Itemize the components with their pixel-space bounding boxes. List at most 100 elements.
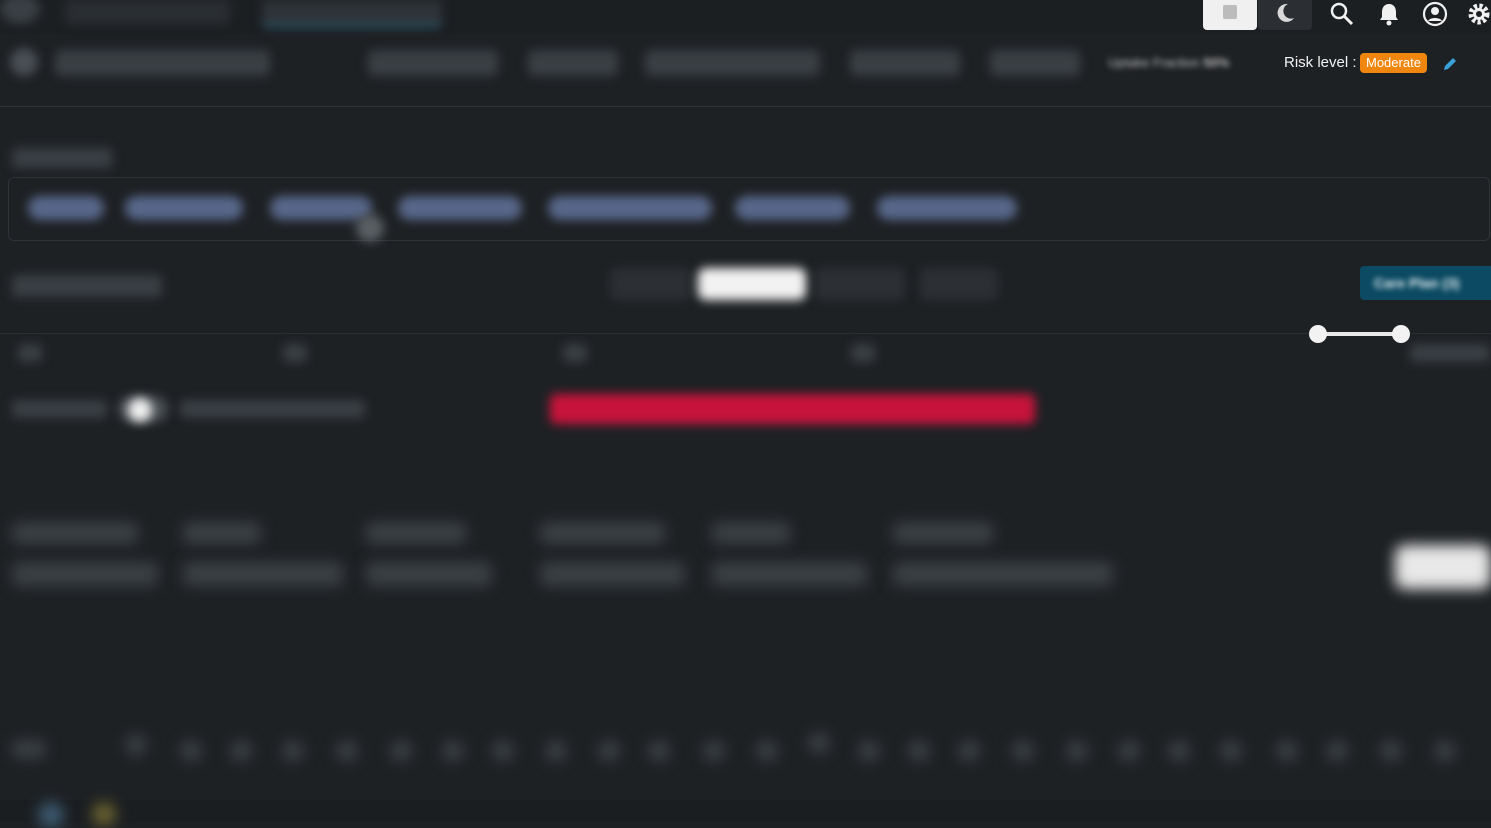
range-slider-handle-start[interactable] xyxy=(1309,325,1327,343)
timeline-dot[interactable] xyxy=(230,740,252,762)
alert-bar[interactable] xyxy=(550,394,1035,424)
row-value xyxy=(893,562,1113,586)
timeline-dot[interactable] xyxy=(648,740,670,762)
chip[interactable] xyxy=(125,196,243,220)
timeline-dot[interactable] xyxy=(1168,740,1190,762)
gear-icon xyxy=(1468,3,1490,25)
header-field-4 xyxy=(850,50,960,76)
settings-button[interactable] xyxy=(1462,0,1491,28)
uptake-fraction: Uptake Fraction 50% xyxy=(1108,55,1229,70)
column-header xyxy=(12,522,138,544)
header-field-3 xyxy=(645,50,820,76)
timeline-dot[interactable] xyxy=(908,740,930,762)
pencil-icon[interactable] xyxy=(1441,55,1459,73)
timeline-dot[interactable] xyxy=(545,740,567,762)
range-slider-handle-end[interactable] xyxy=(1392,325,1410,343)
segment-option[interactable] xyxy=(815,268,905,300)
timeline-dot[interactable] xyxy=(1066,740,1088,762)
segment-option-selected[interactable] xyxy=(698,268,806,300)
chip[interactable] xyxy=(735,196,850,220)
timeline-dot[interactable] xyxy=(282,740,304,762)
risk-level-label: Risk level : xyxy=(1284,54,1357,71)
footer-icon[interactable] xyxy=(92,802,116,826)
timeline-dot[interactable] xyxy=(598,740,620,762)
header-field-2 xyxy=(528,50,618,76)
timeline-dot[interactable] xyxy=(390,740,412,762)
profile-button[interactable] xyxy=(1418,0,1452,28)
row-value xyxy=(712,562,867,586)
timeline-dot[interactable] xyxy=(336,740,358,762)
care-plan-label: Care Plan (3) xyxy=(1374,275,1460,291)
timeline-label xyxy=(12,275,162,297)
timeline-dot[interactable] xyxy=(125,734,147,756)
column-header xyxy=(893,522,993,544)
column-header xyxy=(366,522,466,544)
timeline-dot[interactable] xyxy=(1434,740,1456,762)
row-action-button[interactable] xyxy=(1395,545,1491,589)
chip[interactable] xyxy=(270,196,372,220)
patient-avatar xyxy=(10,48,38,76)
timeline-dot[interactable] xyxy=(703,740,725,762)
uptake-fraction-label: Uptake Fraction xyxy=(1108,55,1200,70)
tab-active[interactable] xyxy=(262,0,442,27)
risk-level-badge[interactable]: Moderate xyxy=(1360,53,1427,73)
timeline-dot[interactable] xyxy=(442,740,464,762)
timeline-dot[interactable] xyxy=(958,740,980,762)
uptake-fraction-value: 50% xyxy=(1203,55,1230,70)
timeline-dot[interactable] xyxy=(1276,740,1298,762)
cursor-marker xyxy=(356,214,384,242)
timeline-dot[interactable] xyxy=(1326,740,1348,762)
section-label xyxy=(12,148,112,168)
header-field-5 xyxy=(990,50,1080,76)
notifications-button[interactable] xyxy=(1372,0,1406,28)
row-value xyxy=(540,562,685,586)
header-field-1 xyxy=(368,50,498,76)
timeline-tick xyxy=(1410,344,1490,362)
search-icon xyxy=(1330,2,1354,26)
footer-icon[interactable] xyxy=(38,802,64,828)
column-header xyxy=(712,522,790,544)
user-icon xyxy=(1422,1,1448,27)
timeline-dot[interactable] xyxy=(1118,740,1140,762)
light-theme-button[interactable] xyxy=(1203,0,1257,30)
bell-icon xyxy=(1380,4,1398,26)
timeline-dot[interactable] xyxy=(180,740,202,762)
dots-label xyxy=(12,740,46,758)
tab-primary[interactable] xyxy=(65,0,230,24)
toggle-label xyxy=(12,400,107,418)
care-plan-button[interactable]: Care Plan (3) xyxy=(1360,266,1491,300)
column-header xyxy=(540,522,665,544)
timeline-dot[interactable] xyxy=(1220,740,1242,762)
toggle-description xyxy=(180,400,365,418)
toggle-knob[interactable] xyxy=(128,398,152,422)
segment-option[interactable] xyxy=(920,268,998,300)
row-value xyxy=(12,562,158,586)
timeline-tick xyxy=(563,344,587,362)
search-button[interactable] xyxy=(1325,0,1359,28)
dark-theme-button[interactable] xyxy=(1258,0,1312,30)
row-value xyxy=(183,562,343,586)
range-slider-track[interactable] xyxy=(1318,332,1402,336)
timeline-tick xyxy=(283,344,307,362)
chip[interactable] xyxy=(877,196,1017,220)
header-divider xyxy=(0,106,1491,107)
timeline-dot[interactable] xyxy=(858,740,880,762)
chip[interactable] xyxy=(398,196,522,220)
row-value xyxy=(366,562,492,586)
timeline-axis xyxy=(0,333,1491,334)
timeline-dots xyxy=(0,732,1491,770)
timeline-tick xyxy=(851,344,875,362)
timeline-dot[interactable] xyxy=(756,740,778,762)
timeline-dot[interactable] xyxy=(808,732,830,754)
chip[interactable] xyxy=(28,196,104,220)
moon-icon xyxy=(1277,3,1294,22)
timeline-dot[interactable] xyxy=(492,740,514,762)
timeline-tick xyxy=(18,344,42,362)
column-header xyxy=(183,522,261,544)
timeline-dot[interactable] xyxy=(1012,740,1034,762)
patient-name xyxy=(55,50,270,76)
footer-bar xyxy=(0,800,1491,828)
chip[interactable] xyxy=(548,196,712,220)
timeline-dot[interactable] xyxy=(1380,740,1402,762)
segment-option[interactable] xyxy=(610,268,690,300)
